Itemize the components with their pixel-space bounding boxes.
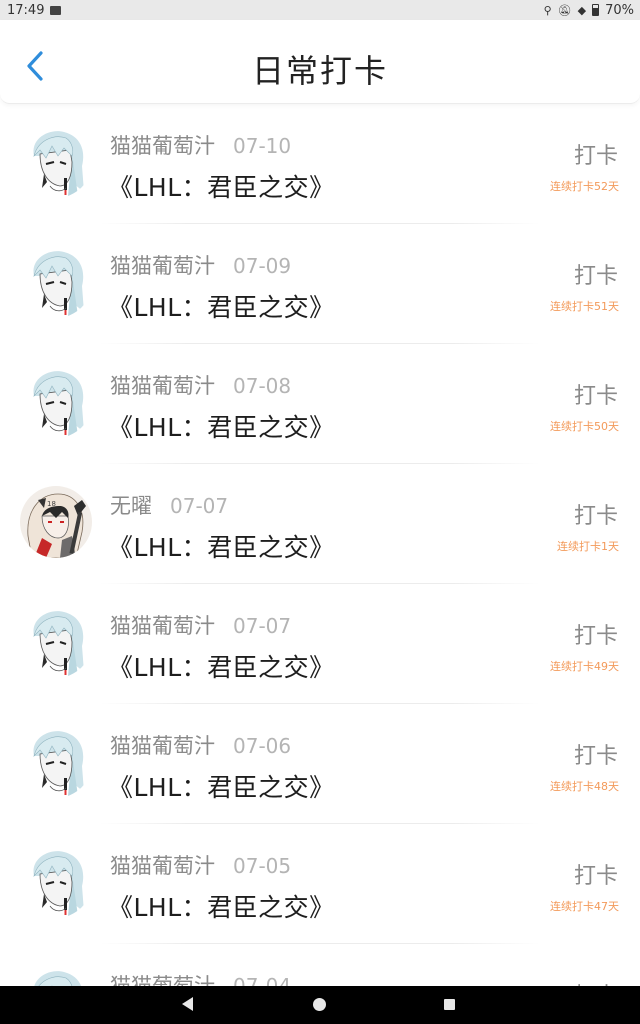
anime-girl-avatar[interactable] xyxy=(20,966,92,986)
user-line: 猫猫葡萄汁 07-06 xyxy=(110,730,291,760)
system-nav-bar xyxy=(0,986,640,1024)
checkin-item[interactable]: 猫猫葡萄汁 07-07 《LHL：君臣之交》 打卡连续打卡49天 xyxy=(0,584,640,704)
status-time: 17:49 xyxy=(7,2,45,18)
username[interactable]: 猫猫葡萄汁 xyxy=(110,250,215,280)
page-title: 日常打卡 xyxy=(251,52,388,90)
checkin-label: 打卡 xyxy=(573,264,618,289)
streak-label: 连续打卡47天 xyxy=(550,900,619,913)
user-line: 猫猫葡萄汁 07-05 xyxy=(110,850,291,880)
anime-girl-avatar[interactable] xyxy=(20,726,92,798)
screen: 17:49 ⚲ 🔕︎ ◆ 70% 日常打卡 猫猫葡萄汁 07-10 《LHL：君… xyxy=(0,0,640,1024)
checkin-label: 打卡 xyxy=(574,978,618,986)
battery-icon xyxy=(592,4,600,16)
checkin-label: 打卡 xyxy=(573,384,618,409)
username[interactable]: 无曜 xyxy=(110,490,152,520)
post-date: 07-04 xyxy=(233,974,292,986)
battery-percent: 70% xyxy=(605,2,634,18)
nav-back-icon[interactable] xyxy=(182,997,193,1011)
user-line: 猫猫葡萄汁 07-10 xyxy=(110,130,291,160)
checkin-item[interactable]: 猫猫葡萄汁 07-08 《LHL：君臣之交》 打卡连续打卡50天 xyxy=(0,344,640,464)
nav-home-icon[interactable] xyxy=(313,998,326,1011)
book-title[interactable]: 《LHL：君臣之交》 xyxy=(108,648,335,684)
wifi-icon: ◆ xyxy=(577,3,587,17)
username[interactable]: 猫猫葡萄汁 xyxy=(110,850,215,880)
post-date: 07-07 xyxy=(233,614,292,638)
book-title[interactable]: 《LHL：君臣之交》 xyxy=(108,528,335,564)
status-left: 17:49 xyxy=(7,2,62,18)
username[interactable]: 猫猫葡萄汁 xyxy=(110,730,215,760)
checkin-item[interactable]: 18 无曜 07-07 《LHL：君臣之交》 打卡连续打卡1天 xyxy=(0,464,640,584)
post-date: 07-07 xyxy=(170,494,229,518)
anime-girl-avatar[interactable] xyxy=(20,846,92,918)
user-line: 猫猫葡萄汁 07-04 xyxy=(110,970,291,986)
streak-label: 连续打卡49天 xyxy=(550,660,619,673)
user-line: 猫猫葡萄汁 07-08 xyxy=(110,370,291,400)
anime-girl-avatar[interactable] xyxy=(20,246,92,318)
post-date: 07-08 xyxy=(233,374,292,398)
nav-recents-icon[interactable] xyxy=(444,999,455,1010)
checkin-label: 打卡 xyxy=(573,624,618,649)
checkin-item[interactable]: 猫猫葡萄汁 07-09 《LHL：君臣之交》 打卡连续打卡51天 xyxy=(0,224,640,344)
anime-girl-avatar[interactable] xyxy=(20,126,92,198)
post-date: 07-09 xyxy=(233,254,292,278)
username[interactable]: 猫猫葡萄汁 xyxy=(110,370,215,400)
checkin-item[interactable]: 猫猫葡萄汁 07-10 《LHL：君臣之交》 打卡连续打卡52天 xyxy=(0,104,640,224)
checkin-label: 打卡 xyxy=(573,744,618,769)
book-title[interactable]: 《LHL：君臣之交》 xyxy=(108,408,335,444)
book-title[interactable]: 《LHL：君臣之交》 xyxy=(108,768,335,804)
mute-icon: 🔕︎ xyxy=(557,3,572,17)
anime-girl-avatar[interactable] xyxy=(20,366,92,438)
streak-label: 连续打卡48天 xyxy=(550,780,619,793)
streak-label: 连续打卡1天 xyxy=(557,540,619,553)
anime-girl-avatar[interactable] xyxy=(20,606,92,678)
location-icon: ⚲ xyxy=(543,3,552,17)
checkin-item[interactable]: 猫猫葡萄汁 07-05 《LHL：君臣之交》 打卡连续打卡47天 xyxy=(0,824,640,944)
book-title[interactable]: 《LHL：君臣之交》 xyxy=(108,288,335,324)
username[interactable]: 猫猫葡萄汁 xyxy=(110,130,215,160)
app-header: 日常打卡 xyxy=(0,20,640,104)
checkin-label: 打卡 xyxy=(573,504,618,529)
post-date: 07-10 xyxy=(233,134,292,158)
user-line: 无曜 07-07 xyxy=(110,490,228,520)
checkin-label: 打卡 xyxy=(573,144,618,169)
checkin-item[interactable]: 猫猫葡萄汁07-04《LHL：君臣之交》打卡连续打卡46天 xyxy=(0,944,640,986)
hooded-character-avatar[interactable]: 18 xyxy=(20,486,92,558)
user-line: 猫猫葡萄汁 07-07 xyxy=(110,610,291,640)
status-bar: 17:49 ⚲ 🔕︎ ◆ 70% xyxy=(0,0,640,20)
checkin-list[interactable]: 猫猫葡萄汁 07-10 《LHL：君臣之交》 打卡 连续打卡52天 猫猫葡萄汁 07-09… xyxy=(0,104,640,986)
streak-label: 连续打卡52天 xyxy=(550,180,619,193)
username[interactable]: 猫猫葡萄汁 xyxy=(110,970,215,986)
book-title[interactable]: 《LHL：君臣之交》 xyxy=(108,888,335,924)
streak-label: 连续打卡51天 xyxy=(550,300,619,313)
checkin-item[interactable]: 猫猫葡萄汁 07-06 《LHL：君臣之交》 打卡连续打卡48天 xyxy=(0,704,640,824)
checkin-label: 打卡 xyxy=(573,864,618,889)
book-title[interactable]: 《LHL：君臣之交》 xyxy=(108,168,335,204)
post-date: 07-06 xyxy=(233,734,292,758)
streak-label: 连续打卡50天 xyxy=(550,420,619,433)
status-right: ⚲ 🔕︎ ◆ 70% xyxy=(544,3,634,18)
username[interactable]: 猫猫葡萄汁 xyxy=(110,610,215,640)
user-line: 猫猫葡萄汁 07-09 xyxy=(110,250,291,280)
image-icon xyxy=(50,5,62,15)
post-date: 07-05 xyxy=(233,854,292,878)
